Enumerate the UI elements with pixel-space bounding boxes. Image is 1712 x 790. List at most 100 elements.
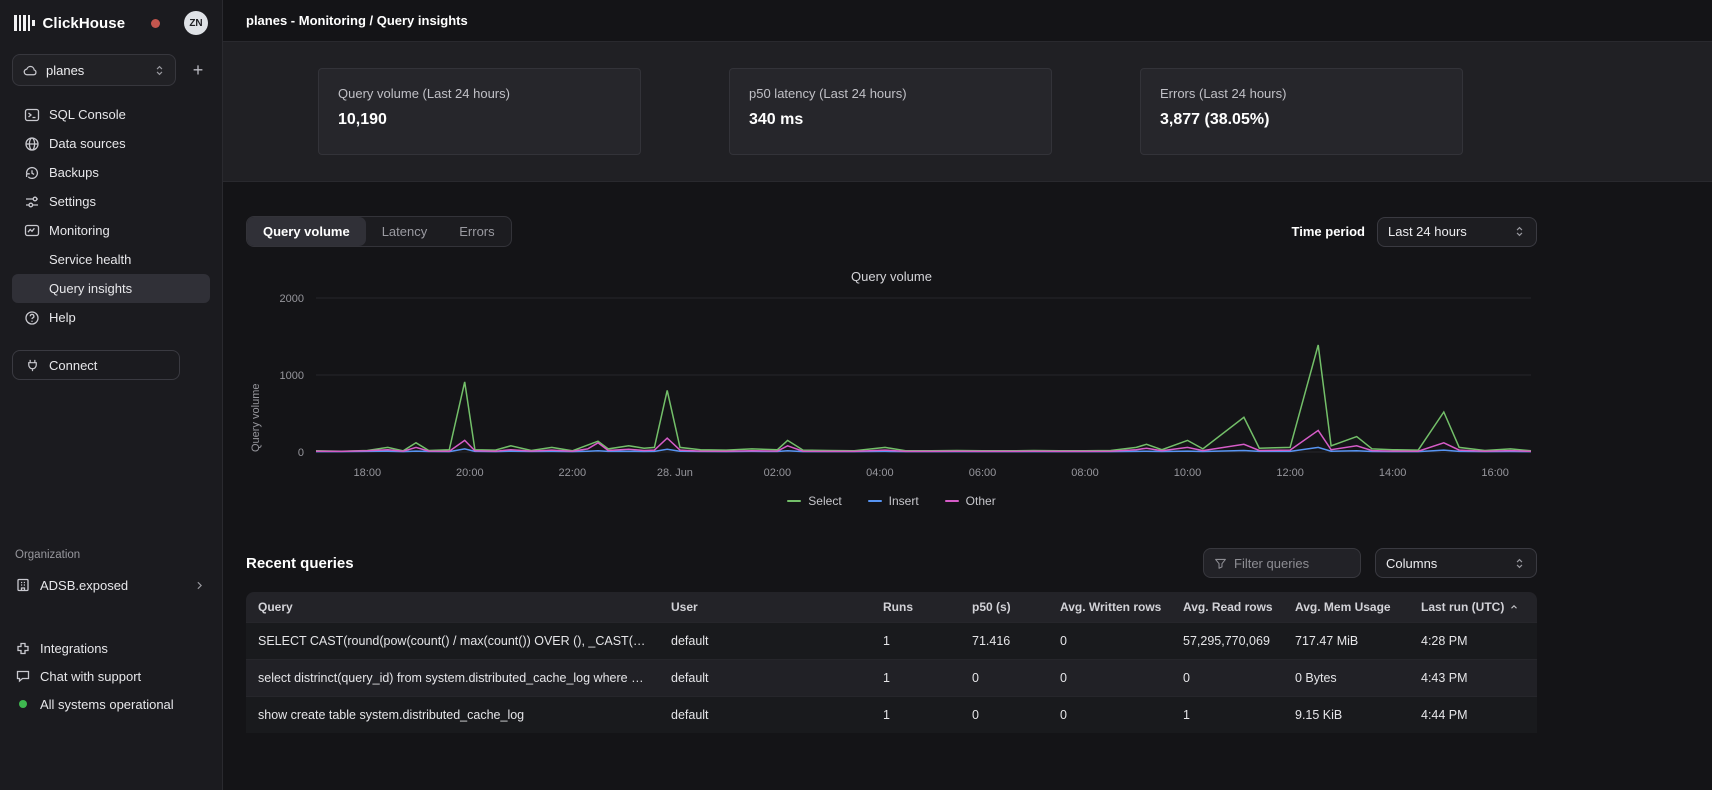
sidebar-item-data-sources[interactable]: Data sources — [12, 129, 210, 158]
time-period-select[interactable]: Last 24 hours — [1377, 217, 1537, 247]
filter-queries-box — [1203, 548, 1361, 578]
legend-label: Other — [966, 494, 996, 508]
footer-item-label: All systems operational — [40, 697, 174, 712]
stat-card-errors: Errors (Last 24 hours) 3,877 (38.05%) — [1140, 68, 1463, 155]
building-icon — [15, 577, 31, 593]
column-header-avg-mem-usage[interactable]: Avg. Mem Usage — [1283, 592, 1409, 622]
funnel-icon — [1214, 557, 1227, 570]
monitor-icon — [24, 223, 40, 239]
column-header-avg-written-rows[interactable]: Avg. Written rows — [1048, 592, 1171, 622]
column-header-user[interactable]: User — [659, 592, 871, 622]
tab-latency[interactable]: Latency — [366, 217, 444, 246]
table-row[interactable]: SELECT CAST(round(pow(count() / max(coun… — [246, 622, 1537, 659]
filter-queries-input[interactable] — [1234, 556, 1350, 571]
sidebar-item-label: Monitoring — [49, 223, 110, 238]
chat-support-link[interactable]: Chat with support — [12, 662, 210, 690]
cell-runs: 1 — [871, 659, 960, 696]
service-selector[interactable]: planes — [12, 54, 176, 86]
sidebar-nav: SQL Console Data sources Backups Setting… — [12, 100, 210, 332]
table-row[interactable]: show create table system.distributed_cac… — [246, 696, 1537, 733]
svg-text:28. Jun: 28. Jun — [657, 467, 693, 479]
sidebar: ClickHouse ZN planes + SQL Console — [0, 0, 223, 790]
legend-swatch — [787, 500, 801, 502]
cell-avg-written-rows: 0 — [1048, 622, 1171, 659]
recent-queries-title: Recent queries — [246, 555, 354, 572]
content: Query volume Latency Errors Time period … — [223, 182, 1712, 790]
cell-avg-read-rows: 1 — [1171, 696, 1283, 733]
cell-user: default — [659, 696, 871, 733]
sidebar-item-label: Service health — [49, 252, 131, 267]
system-status-link[interactable]: All systems operational — [12, 690, 210, 718]
legend-swatch — [868, 500, 882, 502]
integrations-icon — [15, 640, 31, 656]
stat-card-query-volume: Query volume (Last 24 hours) 10,190 — [318, 68, 641, 155]
legend-item-select[interactable]: Select — [787, 494, 841, 508]
cell-runs: 1 — [871, 696, 960, 733]
legend-item-other[interactable]: Other — [945, 494, 996, 508]
svg-text:18:00: 18:00 — [354, 467, 382, 479]
help-icon — [24, 310, 40, 326]
sliders-icon — [24, 194, 40, 210]
connect-button[interactable]: Connect — [12, 350, 180, 380]
sidebar-item-sql-console[interactable]: SQL Console — [12, 100, 210, 129]
query-volume-chart: Query volume 01000200018:0020:0022:0028.… — [246, 288, 1537, 488]
organization-selector[interactable]: ADSB.exposed — [12, 570, 210, 600]
sidebar-item-label: Backups — [49, 165, 99, 180]
terminal-icon — [24, 107, 40, 123]
column-header-runs[interactable]: Runs — [871, 592, 960, 622]
svg-text:2000: 2000 — [280, 293, 304, 305]
sidebar-item-label: Query insights — [49, 281, 132, 296]
notification-dot[interactable] — [151, 19, 160, 28]
svg-text:16:00: 16:00 — [1481, 467, 1509, 479]
chart-legend: Select Insert Other — [246, 494, 1537, 508]
stat-label: p50 latency (Last 24 hours) — [749, 86, 1032, 101]
column-header-p50[interactable]: p50 (s) — [960, 592, 1048, 622]
columns-label: Columns — [1386, 556, 1505, 571]
sidebar-item-backups[interactable]: Backups — [12, 158, 210, 187]
legend-item-insert[interactable]: Insert — [868, 494, 919, 508]
chart-canvas: 01000200018:0020:0022:0028. Jun02:0004:0… — [246, 288, 1537, 488]
column-header-query[interactable]: Query — [246, 592, 659, 622]
cell-p50: 0 — [960, 659, 1048, 696]
main-area: planes - Monitoring / Query insights Que… — [223, 0, 1712, 790]
column-header-label: Last run (UTC) — [1421, 600, 1504, 614]
stat-value: 3,877 (38.05%) — [1160, 111, 1443, 129]
chevron-up-down-icon — [153, 64, 166, 77]
cell-avg-mem-usage: 9.15 KiB — [1283, 696, 1409, 733]
organization-label: Organization — [12, 549, 210, 561]
footer-item-label: Chat with support — [40, 669, 141, 684]
tab-query-volume[interactable]: Query volume — [247, 217, 366, 246]
sidebar-item-service-health[interactable]: Service health — [12, 245, 210, 274]
cell-p50: 71.416 — [960, 622, 1048, 659]
columns-select[interactable]: Columns — [1375, 548, 1537, 578]
chart-tabs: Query volume Latency Errors — [246, 216, 512, 247]
service-name: planes — [46, 63, 84, 78]
svg-text:04:00: 04:00 — [866, 467, 894, 479]
organization-name: ADSB.exposed — [40, 578, 128, 593]
column-header-avg-read-rows[interactable]: Avg. Read rows — [1171, 592, 1283, 622]
legend-label: Insert — [889, 494, 919, 508]
time-period-label: Time period — [1292, 224, 1365, 239]
sidebar-item-help[interactable]: Help — [12, 303, 210, 332]
stat-value: 10,190 — [338, 111, 621, 129]
column-header-last-run[interactable]: Last run (UTC) — [1409, 592, 1537, 622]
page-title: planes - Monitoring / Query insights — [246, 13, 468, 28]
add-service-button[interactable]: + — [186, 61, 210, 79]
cell-query: show create table system.distributed_cac… — [246, 696, 659, 733]
sidebar-item-query-insights[interactable]: Query insights — [12, 274, 210, 303]
table-row[interactable]: select distrinct(query_id) from system.d… — [246, 659, 1537, 696]
sidebar-item-settings[interactable]: Settings — [12, 187, 210, 216]
sidebar-item-label: Data sources — [49, 136, 126, 151]
cell-p50: 0 — [960, 696, 1048, 733]
cell-avg-mem-usage: 717.47 MiB — [1283, 622, 1409, 659]
sidebar-item-label: SQL Console — [49, 107, 126, 122]
avatar[interactable]: ZN — [184, 11, 208, 35]
history-icon — [24, 165, 40, 181]
sidebar-item-monitoring[interactable]: Monitoring — [12, 216, 210, 245]
connect-label: Connect — [49, 358, 97, 373]
integrations-link[interactable]: Integrations — [12, 634, 210, 662]
svg-text:14:00: 14:00 — [1379, 467, 1407, 479]
stat-label: Errors (Last 24 hours) — [1160, 86, 1443, 101]
legend-label: Select — [808, 494, 841, 508]
tab-errors[interactable]: Errors — [443, 217, 510, 246]
